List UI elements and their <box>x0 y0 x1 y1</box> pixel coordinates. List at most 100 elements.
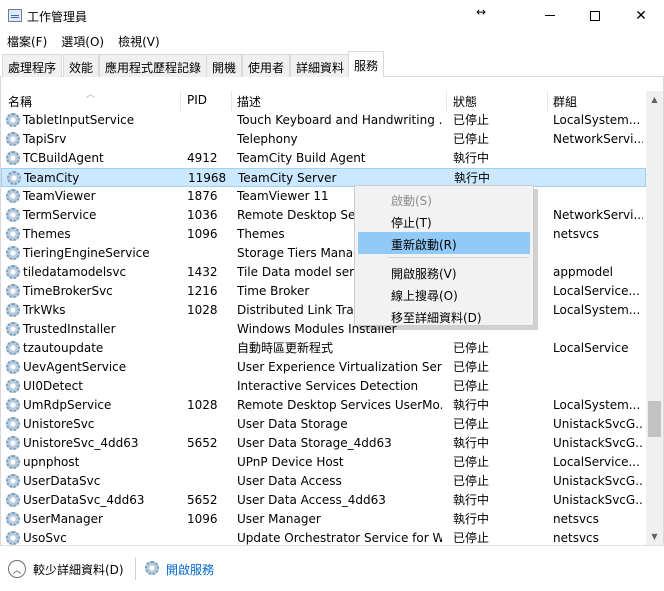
table-row[interactable]: TCBuildAgent 4912 TeamCity Build Agent 執行中 <box>1 149 646 168</box>
table-row[interactable]: TieringEngineService Storage Tiers Manag <box>1 244 646 263</box>
cell-status: 執行中 <box>453 512 490 526</box>
task-manager-icon <box>8 9 22 22</box>
title-bar[interactable]: 工作管理員 ↔ ✕ <box>0 0 664 31</box>
cell-description: User Data Storage <box>237 417 348 431</box>
column-group[interactable]: 群組 <box>553 93 577 110</box>
cell-description: User Data Access <box>237 474 342 488</box>
table-row[interactable]: TapiSrv Telephony 已停止 NetworkServi... <box>1 130 646 149</box>
close-button[interactable]: ✕ <box>618 0 664 31</box>
service-gear-icon <box>6 189 20 203</box>
open-services-link[interactable]: 開啟服務 <box>166 561 214 578</box>
maximize-button[interactable] <box>572 0 618 31</box>
tab-details[interactable]: 詳細資料 <box>290 54 351 77</box>
column-description[interactable]: 描述 <box>237 93 261 110</box>
cell-status: 已停止 <box>453 474 490 488</box>
table-row[interactable]: UevAgentService User Experience Virtualiz… <box>1 358 646 377</box>
cell-status: 執行中 <box>453 436 490 450</box>
cell-group: UnistackSvcG... <box>553 493 643 507</box>
column-pid[interactable]: PID <box>187 93 207 107</box>
context-menu: 啟動(S) 停止(T) 重新啟動(R) 開啟服務(V) 線上搜尋(O) 移至詳細… <box>354 185 534 326</box>
cell-description: Remote Desktop Services UserMo... <box>237 398 442 412</box>
column-name[interactable]: 名稱 <box>8 93 32 110</box>
service-gear-icon <box>6 398 20 412</box>
column-divider[interactable] <box>547 91 548 111</box>
menu-go-to-details[interactable]: 移至詳細資料(D) <box>358 305 530 327</box>
cell-group: netsvcs <box>553 227 599 241</box>
scrollbar-thumb[interactable] <box>648 401 661 437</box>
table-row[interactable]: UserDataSvc User Data Access 已停止 UnistackSv… <box>1 472 646 491</box>
table-row[interactable]: TeamViewer 1876 TeamViewer 11 <box>1 187 646 206</box>
cell-group: NetworkServi... <box>553 208 643 222</box>
sort-up-icon: ︿ <box>86 90 96 100</box>
table-row[interactable]: UnistoreSvc_4dd63 5652 User Data Storage_4… <box>1 434 646 453</box>
cell-description: Touch Keyboard and Handwriting ... <box>237 113 442 127</box>
table-row[interactable]: TrkWks 1028 Distributed Link Track LocalSys… <box>1 301 646 320</box>
services-gear-icon[interactable] <box>145 561 159 575</box>
tab-performance[interactable]: 效能 <box>63 54 100 77</box>
scroll-down-icon[interactable]: ▼ <box>646 528 663 545</box>
service-gear-icon <box>6 284 20 298</box>
services-panel: ︿ 名稱 PID 描述 狀態 群組 TabletInputService Touc… <box>0 77 664 545</box>
column-divider[interactable] <box>446 91 447 111</box>
tab-startup[interactable]: 開機 <box>206 54 243 77</box>
cell-name: TrustedInstaller <box>23 322 116 336</box>
menu-restart-service[interactable]: 重新啟動(R) <box>358 232 530 254</box>
cell-description: TeamCity Server <box>238 171 337 185</box>
table-row[interactable]: upnphost UPnP Device Host 已停止 LocalService.… <box>1 453 646 472</box>
cell-name: UserManager <box>23 512 103 526</box>
fewer-details-link[interactable]: 較少詳細資料(D) <box>33 561 124 578</box>
window-title: 工作管理員 <box>27 10 88 24</box>
tab-strip: 處理程序 效能 應用程式歷程記錄 開機 使用者 詳細資料 服務 <box>0 51 664 78</box>
cell-group: netsvcs <box>553 512 599 526</box>
cell-description: UPnP Device Host <box>237 455 344 469</box>
tab-app-history[interactable]: 應用程式歷程記錄 <box>99 54 208 77</box>
cell-status: 已停止 <box>453 360 490 374</box>
table-row[interactable]: TeamCity 11968 TeamCity Server 執行中 <box>1 168 646 187</box>
service-gear-icon <box>6 436 20 450</box>
tab-users[interactable]: 使用者 <box>242 54 291 77</box>
table-row[interactable]: UserDataSvc_4dd63 5652 User Data Access_4d… <box>1 491 646 510</box>
cell-name: UmRdpService <box>23 398 112 412</box>
table-row[interactable]: tiledatamodelsvc 1432 Tile Data model serv… <box>1 263 646 282</box>
tab-processes[interactable]: 處理程序 <box>2 54 63 77</box>
chevron-up-icon[interactable]: ︿ <box>8 560 26 578</box>
column-divider[interactable] <box>180 91 181 111</box>
table-row[interactable]: UserManager 1096 User Manager 執行中 netsvcs <box>1 510 646 529</box>
menu-stop-service[interactable]: 停止(T) <box>358 210 530 232</box>
table-row[interactable]: UnistoreSvc User Data Storage 已停止 UnistackS… <box>1 415 646 434</box>
table-row[interactable]: tzautoupdate 自動時區更新程式 已停止 LocalService <box>1 339 646 358</box>
cell-pid: 1432 <box>187 265 218 279</box>
menu-open-services[interactable]: 開啟服務(V) <box>358 261 530 283</box>
menu-file[interactable]: 檔案(F) <box>0 31 54 51</box>
cell-name: upnphost <box>23 455 80 469</box>
table-row[interactable]: TermService 1036 Remote Desktop Serv Networ… <box>1 206 646 225</box>
resize-cursor-icon: ↔ <box>476 5 487 19</box>
footer: ︿ 較少詳細資料(D) 開啟服務 <box>0 545 664 591</box>
table-row[interactable]: UmRdpService 1028 Remote Desktop Services … <box>1 396 646 415</box>
cell-pid: 1096 <box>187 227 218 241</box>
cell-name: TabletInputService <box>23 113 135 127</box>
menu-options[interactable]: 選項(O) <box>54 31 111 51</box>
cell-status: 執行中 <box>453 398 490 412</box>
table-row[interactable]: UsoSvc Update Orchestrator Service for W.… <box>1 529 646 545</box>
table-row[interactable]: TimeBrokerSvc 1216 Time Broker LocalService… <box>1 282 646 301</box>
vertical-scrollbar[interactable]: ▲ ▼ <box>646 91 663 545</box>
cell-name: UnistoreSvc <box>23 417 95 431</box>
cell-group: LocalService <box>553 341 629 355</box>
minimize-button[interactable] <box>527 0 573 31</box>
table-row[interactable]: TrustedInstaller Windows Modules Installe… <box>1 320 646 339</box>
cell-group: netsvcs <box>553 531 599 545</box>
tab-services[interactable]: 服務 <box>348 51 385 78</box>
column-status[interactable]: 狀態 <box>453 93 477 110</box>
menu-search-online[interactable]: 線上搜尋(O) <box>358 283 530 305</box>
cell-group: LocalSystem... <box>553 303 641 317</box>
menu-view[interactable]: 檢視(V) <box>111 31 167 51</box>
table-row[interactable]: TabletInputService Touch Keyboard and Han… <box>1 111 646 130</box>
service-gear-icon <box>6 474 20 488</box>
cell-group: LocalSystem... <box>553 398 641 412</box>
table-row[interactable]: UI0Detect Interactive Services Detection 已… <box>1 377 646 396</box>
scroll-up-icon[interactable]: ▲ <box>646 91 663 108</box>
column-divider[interactable] <box>231 91 232 111</box>
table-row[interactable]: Themes 1096 Themes netsvcs <box>1 225 646 244</box>
cell-status: 執行中 <box>453 151 490 165</box>
